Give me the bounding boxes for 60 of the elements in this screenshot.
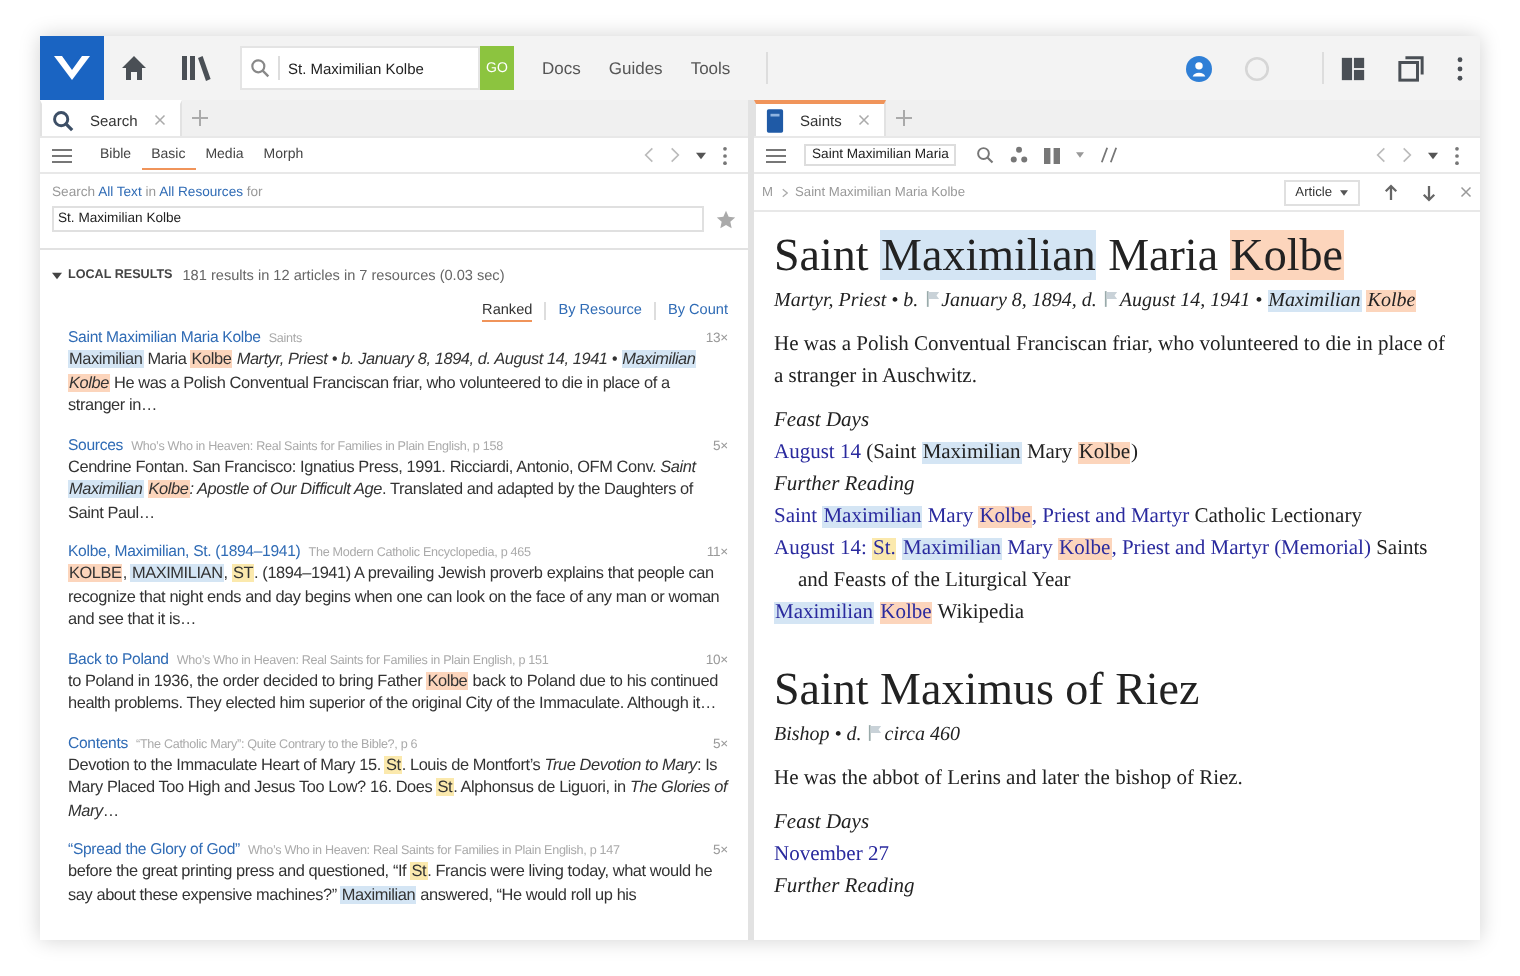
book-icon bbox=[766, 107, 784, 133]
account-icon[interactable] bbox=[1186, 55, 1212, 81]
article-link[interactable]: November 27 bbox=[774, 844, 889, 866]
star-icon[interactable] bbox=[716, 209, 736, 229]
close-icon[interactable] bbox=[153, 114, 166, 126]
search-icon bbox=[52, 109, 74, 131]
section-heading: Feast Days bbox=[774, 810, 872, 838]
result-snippet: Maximilian Maria Kolbe Martyr, Priest • b. January 8, 1894, d. August 14, 1941 • Maximilian Kolbe He was a Polish Conventual Franciscan friar, who volunteered to die in place of a stranger in… bbox=[68, 348, 699, 417]
close-icon[interactable] bbox=[857, 114, 870, 126]
menu-item[interactable]: Tools bbox=[690, 58, 731, 78]
section-heading: Further Reading bbox=[774, 874, 917, 902]
article-meta: Bishop • d. circa 460 bbox=[774, 722, 962, 750]
caret-icon bbox=[1340, 189, 1348, 195]
article-link[interactable]: Saint Maximilian Mary Kolbe, Priest and Martyr bbox=[774, 506, 1190, 528]
close-icon[interactable] bbox=[1460, 186, 1472, 198]
article-link[interactable]: August 14 bbox=[774, 442, 861, 464]
reading-entry: Saint Maximilian Mary Kolbe, Priest and Martyr Catholic Lectionary bbox=[774, 504, 1364, 532]
article-description: He was the abbot of Lerins and later the bishop of Riez. bbox=[774, 766, 1245, 794]
expanded-icon[interactable] bbox=[52, 271, 62, 279]
article-description: He was a Polish Conventual Franciscan friar, who volunteered to die in place of a stranger in Auschwitz. bbox=[774, 332, 1447, 392]
logo-icon[interactable] bbox=[40, 36, 104, 100]
result-snippet: Cendrine Fontan. San Francisco: Ignatius Press, 1991. Ricciardi, Antonio, OFM Conv. Saint Maximilian Kolbe: Apostle of Our Difficult Age. Translated and adapted by the Daughters of Saint Paul… bbox=[68, 455, 699, 524]
search-icon bbox=[250, 58, 270, 78]
article-meta: Martyr, Priest • b. January 8, 1894, d. August 14, 1941 • Maximilian Kolbe bbox=[774, 288, 1419, 316]
menu-icon[interactable] bbox=[52, 147, 72, 163]
chevron-icon bbox=[781, 187, 787, 197]
menu-icon[interactable] bbox=[766, 147, 786, 163]
kebab-icon[interactable] bbox=[1456, 55, 1464, 81]
article-title: Saint Maximilian Maria Kolbe bbox=[774, 228, 1346, 284]
caret-icon[interactable] bbox=[1428, 151, 1438, 159]
reading-entry: August 14 (Saint Maximilian Mary Kolbe) bbox=[774, 440, 1140, 468]
flag-icon bbox=[868, 724, 883, 742]
menu-item[interactable]: Guides bbox=[608, 58, 663, 78]
result-snippet: KOLBE, MAXIMILIAN, ST. (1894–1941) A prevailing Jewish proverb explains that people can recognize that night ends and day begins when one can look on the face of any man or woman and see that it is… bbox=[68, 562, 722, 631]
article-title: Saint Maximus of Riez bbox=[774, 662, 1202, 718]
kebab-icon[interactable] bbox=[722, 145, 728, 165]
spinner-icon bbox=[1244, 55, 1270, 81]
arrow-up-icon[interactable] bbox=[1384, 183, 1398, 201]
reading-entry: August 14: St. Maximilian Mary Kolbe, Priest and Martyr (Memorial) Saints and Feasts of the Liturgical Year bbox=[774, 536, 1430, 596]
window-icon[interactable] bbox=[1398, 55, 1424, 81]
flag-icon bbox=[925, 290, 940, 308]
result-snippet: Devotion to the Immaculate Heart of Mary 15. St. Louis de Montfort’s True Devotion to Mary: Is Mary Placed Too High and Jesus Too Low? 16. Does St. Alphonsus de Liguori, in The Glories of Mary… bbox=[68, 753, 728, 822]
result-snippet: before the great printing press and questioned, “If St. Francis were living today, what would he say about these expensive machines?” Maximilian answered, “He would roll up his bbox=[68, 860, 715, 906]
layout-icon[interactable] bbox=[1340, 55, 1366, 81]
columns-icon[interactable] bbox=[1044, 147, 1061, 163]
section-heading: Feast Days bbox=[774, 408, 872, 436]
kebab-icon[interactable] bbox=[1454, 145, 1460, 165]
parallel-icon[interactable] bbox=[1100, 146, 1119, 164]
home-icon[interactable] bbox=[120, 54, 148, 82]
network-icon[interactable] bbox=[1010, 146, 1029, 164]
library-icon[interactable] bbox=[180, 54, 212, 82]
flag-icon bbox=[1103, 290, 1118, 308]
caret-icon[interactable] bbox=[696, 151, 706, 159]
result-snippet: to Poland in 1936, the order decided to bring Father Kolbe back to Poland due to his continued health problems. They elected him superior of the original City of the Immaculate. Although it… bbox=[68, 669, 720, 715]
menu-item[interactable]: Docs bbox=[542, 58, 581, 78]
search-icon[interactable] bbox=[976, 146, 995, 164]
reading-entry: Maximilian Kolbe Wikipedia bbox=[774, 600, 1027, 628]
arrow-down-icon[interactable] bbox=[1422, 183, 1436, 201]
section-heading: Further Reading bbox=[774, 472, 917, 500]
article-link[interactable]: August 14: St. Maximilian Mary Kolbe, Priest and Martyr (Memorial) bbox=[774, 538, 1371, 560]
